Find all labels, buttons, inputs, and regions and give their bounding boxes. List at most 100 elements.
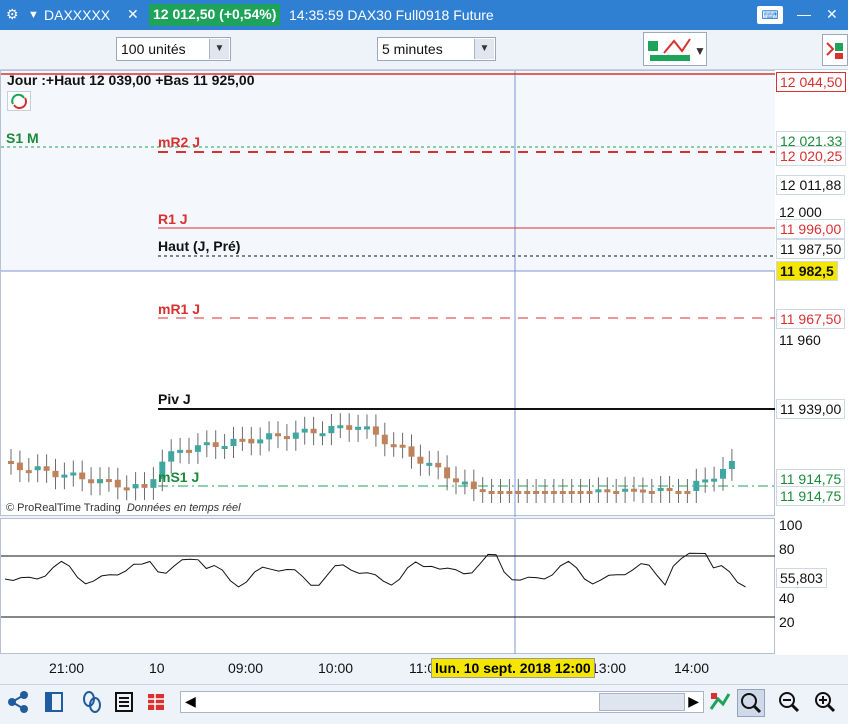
axis-tick: 11 960 bbox=[779, 332, 821, 348]
price-label-high: 12 044,50 bbox=[776, 72, 847, 92]
credit-text: © ProRealTime Trading Données en temps r… bbox=[6, 502, 241, 514]
candle-body bbox=[568, 491, 575, 494]
candle-body bbox=[444, 467, 451, 479]
scrollbar-thumb[interactable] bbox=[599, 693, 685, 711]
candle-body bbox=[435, 462, 442, 468]
candle-body bbox=[88, 479, 95, 484]
link-icon[interactable] bbox=[78, 689, 106, 717]
scroll-right-icon[interactable]: ▶ bbox=[688, 693, 699, 710]
axis-tick: 12 000 bbox=[779, 204, 822, 220]
candle-body bbox=[25, 470, 32, 474]
candle-body bbox=[70, 472, 77, 476]
candle-body bbox=[524, 491, 531, 494]
candle-body bbox=[408, 446, 415, 457]
candle-body bbox=[97, 479, 103, 484]
candle-body bbox=[648, 491, 655, 494]
candle-body bbox=[239, 438, 246, 442]
candle-body bbox=[257, 439, 264, 444]
instrument-name[interactable]: DAXXXXX bbox=[44, 7, 110, 23]
scroll-left-icon[interactable]: ◀ bbox=[185, 693, 196, 710]
chevron-down-icon[interactable]: ▼ bbox=[474, 39, 494, 59]
level-label-s1m: S1 M bbox=[6, 130, 39, 146]
minimize-icon[interactable]: — bbox=[797, 6, 811, 22]
candle-body bbox=[168, 451, 175, 462]
table-icon[interactable] bbox=[142, 689, 170, 717]
candle-body bbox=[604, 489, 611, 493]
candle-body bbox=[639, 489, 646, 493]
drawing-tools-button[interactable] bbox=[822, 34, 848, 66]
timeframe-select[interactable]: 5 minutes ▼ bbox=[377, 37, 496, 61]
refresh-icon[interactable] bbox=[7, 91, 31, 111]
candle-body bbox=[105, 479, 112, 483]
candle-body bbox=[693, 480, 700, 491]
candle-body bbox=[337, 425, 344, 429]
candle-body bbox=[417, 456, 424, 464]
candle-body bbox=[453, 478, 459, 483]
price-label-haut: 11 987,50 bbox=[776, 239, 846, 259]
settings-icon[interactable]: ⚙ bbox=[6, 6, 19, 23]
oscillator-pane[interactable] bbox=[0, 518, 776, 655]
candlestick-chart bbox=[1, 71, 776, 517]
candle-body bbox=[328, 426, 335, 434]
share-icon[interactable] bbox=[4, 689, 32, 717]
level-label-piv: Piv J bbox=[158, 391, 191, 407]
chevron-down-icon[interactable]: ▼ bbox=[209, 39, 229, 59]
time-axis[interactable] bbox=[0, 654, 775, 684]
candle-body bbox=[559, 491, 566, 494]
x-tick-label: 21:00 bbox=[49, 660, 85, 676]
candle-body bbox=[613, 491, 620, 494]
candle-body bbox=[346, 425, 353, 430]
candle-body bbox=[275, 433, 281, 437]
candle-body bbox=[533, 491, 540, 494]
window-layout-icon[interactable] bbox=[40, 689, 68, 717]
candle-body bbox=[132, 484, 139, 489]
x-tick-label: 14:00 bbox=[674, 660, 710, 676]
candle-body bbox=[203, 442, 210, 446]
indicators-button[interactable]: ▼ bbox=[643, 32, 707, 66]
candle-body bbox=[550, 491, 557, 494]
zoom-fit-icon[interactable] bbox=[737, 689, 765, 717]
candle-body bbox=[711, 478, 718, 482]
candle-body bbox=[43, 466, 50, 471]
x-tick-label: 10 bbox=[149, 660, 165, 676]
candle-body bbox=[470, 481, 477, 490]
candle-body bbox=[186, 449, 192, 453]
candle-body bbox=[675, 491, 682, 494]
oscillator-chart bbox=[1, 519, 776, 655]
close-window-icon[interactable]: ✕ bbox=[826, 6, 838, 23]
candle-body bbox=[114, 479, 121, 488]
candle-body bbox=[248, 438, 255, 444]
price-label-s1: 11 914,75 bbox=[776, 486, 846, 506]
close-instrument-icon[interactable]: ✕ bbox=[127, 6, 139, 23]
x-tick-label: 13:00 bbox=[591, 660, 627, 676]
candle-body bbox=[622, 488, 629, 492]
level-label-mr2: mR2 J bbox=[158, 134, 201, 150]
candle-body bbox=[292, 432, 299, 439]
candle-body bbox=[506, 491, 513, 494]
bottom-toolbar: ◀ ▶ bbox=[0, 684, 848, 721]
keyboard-icon[interactable]: ⌨ bbox=[757, 6, 783, 24]
units-value: 100 unités bbox=[121, 41, 186, 57]
horizontal-scrollbar[interactable]: ◀ ▶ bbox=[180, 691, 704, 713]
zoom-in-icon[interactable] bbox=[811, 689, 839, 717]
candle-body bbox=[631, 488, 637, 492]
zoom-out-icon[interactable] bbox=[775, 689, 803, 717]
timeframe-value: 5 minutes bbox=[382, 41, 443, 57]
candle-body bbox=[194, 445, 201, 452]
level-label-haut: Haut (J, Pré) bbox=[158, 238, 241, 254]
candle-body bbox=[150, 479, 157, 488]
candle-body bbox=[595, 489, 602, 493]
units-select[interactable]: 100 unités ▼ bbox=[116, 37, 231, 61]
osc-axis-20: 20 bbox=[779, 614, 795, 630]
candle-body bbox=[34, 466, 41, 471]
price-chart[interactable]: Jour :+Haut 12 039,00 +Bas 11 925,00 S1 … bbox=[0, 70, 776, 517]
chart-tools-icon[interactable] bbox=[706, 689, 734, 717]
candle-body bbox=[586, 491, 593, 494]
dropdown-arrow-icon[interactable]: ▼ bbox=[28, 9, 39, 21]
candle-body bbox=[212, 442, 219, 447]
candle-body bbox=[702, 479, 709, 483]
list-icon[interactable] bbox=[110, 689, 138, 717]
title-bar: ⚙ ▼ DAXXXXX ✕ 12 012,50 (+0,54%) 14:35:5… bbox=[0, 0, 848, 30]
x-tick-label: 09:00 bbox=[228, 660, 264, 676]
price-label-last: 12 011,88 bbox=[776, 175, 846, 195]
